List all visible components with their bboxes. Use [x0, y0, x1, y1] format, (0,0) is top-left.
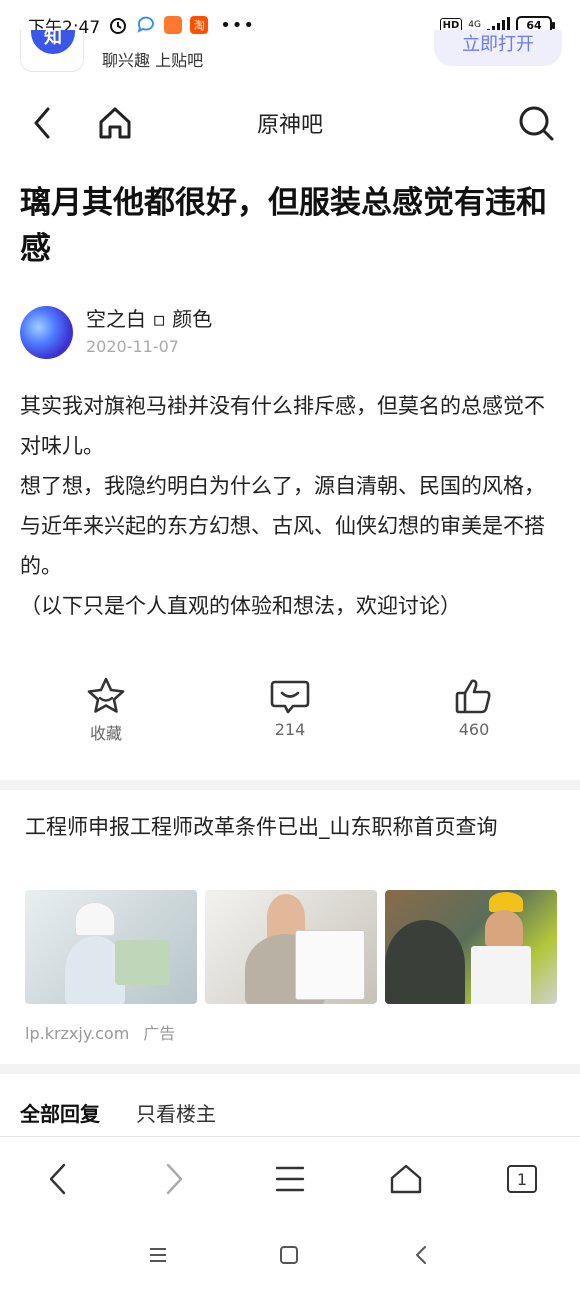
section-divider [0, 1064, 580, 1074]
app-download-banner: 知 聊兴趣 上贴吧 立即打开 [0, 30, 580, 80]
browser-back-icon[interactable] [36, 1157, 80, 1201]
ad-image-engineer-blueprint[interactable] [25, 890, 197, 1004]
section-divider [0, 780, 580, 790]
top-nav: 原神吧 [0, 95, 580, 151]
star-icon [87, 677, 125, 713]
avatar[interactable] [20, 306, 73, 359]
ad-images[interactable] [25, 890, 557, 1004]
tab-op-only[interactable]: 只看楼主 [136, 1098, 216, 1127]
network-type: 4G [468, 20, 481, 30]
browser-home-icon[interactable] [384, 1157, 428, 1201]
banner-slogan: 聊兴趣 上贴吧 [102, 51, 204, 70]
ad-domain: lp.krzxjy.com [25, 1024, 130, 1043]
ad-title[interactable]: 工程师申报工程师改革条件已出_山东职称首页查询 [25, 810, 555, 844]
favorite-button[interactable]: 收藏 [61, 676, 151, 744]
post-date: 2020-11-07 [86, 337, 179, 356]
like-button[interactable]: 460 [429, 676, 519, 739]
system-back-icon[interactable] [406, 1240, 436, 1270]
post-title: 璃月其他都很好，但服装总感觉有违和感 [20, 185, 547, 267]
post-paragraph: （以下只是个人直观的体验和想法，欢迎讨论） [20, 594, 461, 618]
tab-count: 1 [507, 1165, 537, 1193]
tabs-button[interactable]: 1 [500, 1157, 544, 1201]
comment-icon [270, 680, 310, 714]
open-app-label: 立即打开 [462, 34, 534, 55]
system-home-icon[interactable] [274, 1240, 304, 1270]
search-icon[interactable] [516, 103, 556, 143]
browser-toolbar: 1 [0, 1136, 580, 1220]
ad-image-man-with-document[interactable] [205, 890, 377, 1004]
app-logo-mark: 知 [31, 30, 75, 54]
post-paragraph: 其实我对旗袍马褂并没有什么排斥感，但莫名的总感觉不对味儿。 [20, 394, 545, 458]
post-actions: 收藏 214 460 [0, 676, 580, 746]
thumbs-up-icon [455, 679, 491, 714]
ad-label: 广告 [143, 1024, 176, 1043]
post-paragraph: 想了想，我隐约明白为什么了，源自清朝、民国的风格，与近年来兴起的东方幻想、古风、… [20, 474, 545, 578]
ad-image-warehouse-workers[interactable] [385, 890, 557, 1004]
reply-tabs: 全部回复 只看楼主 [20, 1098, 216, 1127]
forum-title[interactable]: 原神吧 [0, 107, 580, 139]
system-nav-bar [0, 1220, 580, 1289]
app-logo: 知 [20, 30, 84, 72]
ad-source: lp.krzxjy.com 广告 [25, 1020, 175, 1044]
like-count: 460 [458, 720, 490, 739]
tab-all-replies[interactable]: 全部回复 [20, 1098, 100, 1127]
recent-apps-icon[interactable] [143, 1240, 173, 1270]
open-app-button[interactable]: 立即打开 [434, 30, 562, 66]
browser-forward-icon[interactable] [152, 1157, 196, 1201]
favorite-label: 收藏 [89, 724, 122, 743]
menu-icon[interactable] [268, 1157, 312, 1201]
comment-count: 214 [274, 720, 306, 739]
author-name[interactable]: 空之白 ▫ 颜色 [86, 303, 212, 332]
comment-button[interactable]: 214 [245, 676, 335, 739]
post-content: 其实我对旗袍马褂并没有什么排斥感，但莫名的总感觉不对味儿。 想了想，我隐约明白为… [20, 386, 565, 626]
